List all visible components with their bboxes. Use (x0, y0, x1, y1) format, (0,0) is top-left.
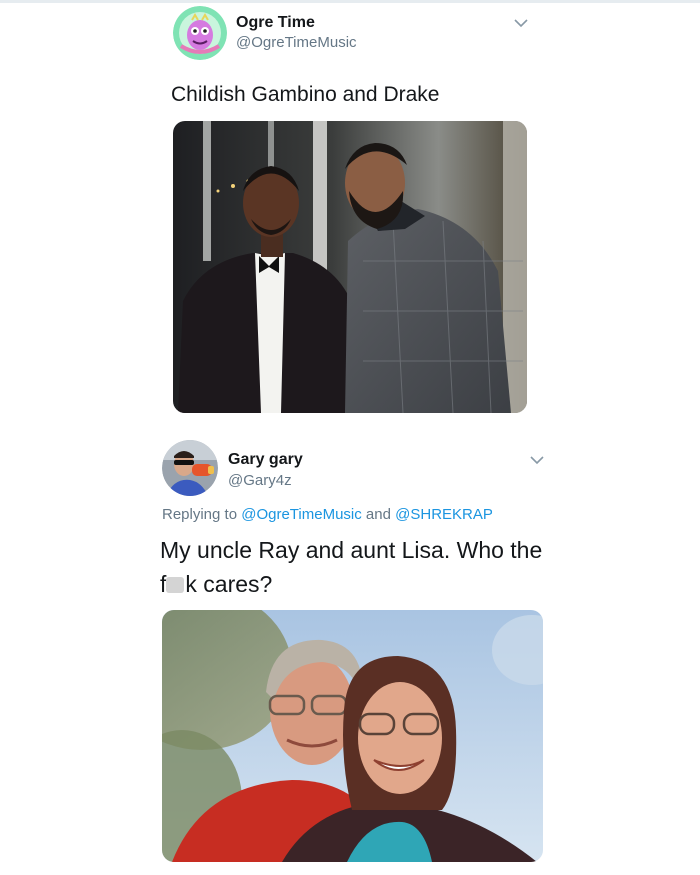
tweet-photo[interactable] (173, 121, 527, 413)
user-avatar-icon[interactable] (162, 440, 218, 496)
chevron-down-icon[interactable] (528, 451, 546, 469)
author-name[interactable]: Gary gary (228, 451, 303, 469)
reply-joiner: and (365, 506, 391, 523)
tweet-text: Childish Gambino and Drake (171, 83, 440, 106)
author-handle[interactable]: @Gary4z (228, 472, 292, 489)
censor-bar (166, 577, 185, 593)
tweet-text: My uncle Ray and aunt Lisa. Who the fk c… (160, 533, 560, 601)
chevron-down-icon[interactable] (512, 14, 530, 32)
reply-prefix: Replying to (162, 506, 238, 523)
mention-link[interactable]: @SHREKRAP (395, 506, 493, 523)
ogre-avatar-icon[interactable] (173, 6, 227, 60)
tweet-text-line1: My uncle Ray and aunt Lisa. Who the (160, 537, 543, 563)
replying-to-line: Replying to @OgreTimeMusic and @SHREKRAP (162, 506, 493, 523)
author-name[interactable]: Ogre Time (236, 14, 315, 32)
mention-link[interactable]: @OgreTimeMusic (241, 506, 362, 523)
tweet-photo[interactable] (162, 610, 543, 862)
tweet-1[interactable]: Ogre Time @OgreTimeMusic Childish Gambin… (0, 0, 700, 430)
author-handle[interactable]: @OgreTimeMusic (236, 34, 357, 51)
tweet-text-suffix: k cares? (185, 571, 273, 597)
